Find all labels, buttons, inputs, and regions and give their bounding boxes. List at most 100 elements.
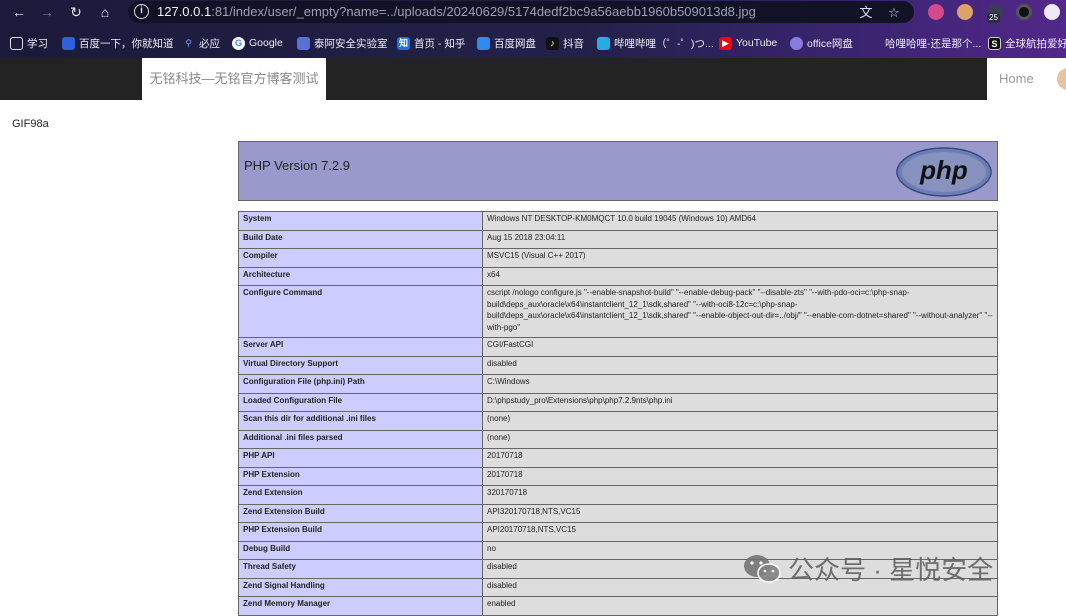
watermark-text: 公众号 · 星悦安全 xyxy=(788,555,994,585)
table-row: Additional .ini files parsed (none) xyxy=(238,429,998,449)
address-bar[interactable]: i 127.0.0.1:81/index/user/_empty?name=..… xyxy=(128,1,914,23)
config-value-cell: 320170718 xyxy=(482,485,998,505)
config-value-cell: disabled xyxy=(482,355,998,375)
url-path: :81/index/user/_empty?name=../uploads/20… xyxy=(211,4,756,19)
config-value-cell: 20170718 xyxy=(482,466,998,486)
table-row: Zend Extension 320170718 xyxy=(238,485,998,505)
nav-home-link[interactable]: Home xyxy=(987,58,1066,100)
aerial-icon: S xyxy=(988,36,1001,50)
table-row: Scan this dir for additional .ini files(… xyxy=(238,411,998,431)
bookmark-item[interactable]: 泰阿安全实验室 xyxy=(297,35,388,51)
php-logo-text: php xyxy=(919,155,968,185)
config-key-cell: Configuration File (php.ini) Path xyxy=(238,374,483,394)
table-row: Architecture x64 xyxy=(238,266,998,286)
baidu-icon xyxy=(62,36,75,50)
netdisk-icon xyxy=(477,36,490,50)
config-key-cell: Compiler xyxy=(238,248,483,268)
config-key-cell: Debug Build xyxy=(238,540,483,560)
config-key-cell: Thread Safety xyxy=(238,559,483,579)
config-key-cell: Configure Command xyxy=(238,285,483,338)
table-row: PHP API 20170718 xyxy=(238,448,998,468)
bookmark-star-icon[interactable]: ☆ xyxy=(886,5,902,21)
bookmark-item[interactable]: ⚲ 必应 xyxy=(182,35,220,51)
extension-icon[interactable] xyxy=(1016,4,1032,20)
wechat-icon xyxy=(744,554,781,583)
bookmark-item[interactable]: 百度网盘 xyxy=(477,35,536,51)
translate-icon[interactable]: 文 xyxy=(858,5,874,21)
phpinfo-header: PHP Version 7.2.9 php xyxy=(238,141,998,201)
site-nav: 无铭科技—无铭官方博客测试 Home xyxy=(0,58,1066,100)
config-key-cell: Build Date xyxy=(238,229,483,249)
url-text[interactable]: 127.0.0.1:81/index/user/_empty?name=../u… xyxy=(157,4,756,19)
config-value-cell: CGI/FastCGI xyxy=(482,337,998,357)
config-value-cell: MSVC15 (Visual C++ 2017) xyxy=(482,248,998,268)
bookmark-item[interactable]: 哈哩哈哩-还是那个... xyxy=(868,35,981,51)
home-icon[interactable]: ⌂ xyxy=(96,3,114,21)
forward-icon[interactable]: → xyxy=(38,3,56,21)
youtube-icon: ▶ xyxy=(719,36,732,50)
bookmark-item[interactable]: 哔哩哔哩（゜-゜)つ... xyxy=(597,35,714,51)
bookmarks-bar: 学习 百度一下，你就知道 ⚲ 必应 G Google 泰阿安全实验室 知首页 - 知… xyxy=(0,30,1066,56)
extension-icon[interactable] xyxy=(957,4,973,20)
folder-icon xyxy=(10,36,23,50)
bookmark-item[interactable]: S全球航拍爱好者 xyxy=(988,35,1066,51)
config-value-cell: 20170718 xyxy=(482,448,998,468)
table-row: Loaded Configuration File D:\phpstudy_pro… xyxy=(238,392,998,412)
extension-badge: 25 xyxy=(987,13,1000,23)
bookmark-item[interactable]: ▶ YouTube xyxy=(719,35,777,51)
config-key-cell: Zend Extension xyxy=(238,485,483,505)
bing-icon: ⚲ xyxy=(185,37,192,48)
table-row: System Windows NT DESKTOP-KM0MQCT 10.0 bu… xyxy=(238,211,998,231)
table-row: Compiler MSVC15 (Visual C++ 2017) xyxy=(238,248,998,268)
config-key-cell: Additional .ini files parsed xyxy=(238,429,483,449)
bookmark-item[interactable]: 百度一下，你就知道 xyxy=(62,35,174,51)
table-row: Server API CGI/FastCGI xyxy=(238,337,998,357)
config-key-cell: System xyxy=(238,211,483,231)
config-key-cell: Zend Extension Build xyxy=(238,503,483,523)
table-row: PHP Extension Build API20170718,NTS,VC15 xyxy=(238,522,998,542)
douyin-icon: ♪ xyxy=(546,36,559,50)
site-info-icon[interactable]: i xyxy=(134,4,149,19)
office-icon xyxy=(790,36,803,50)
bilibili-icon xyxy=(597,36,610,50)
table-row: Zend Extension Build API320170718,NTS,VC1… xyxy=(238,503,998,523)
config-value-cell: API20170718,NTS,VC15 xyxy=(482,522,998,542)
bookmark-item[interactable]: 知首页 - 知乎 xyxy=(397,35,465,51)
config-key-cell: PHP Extension Build xyxy=(238,522,483,542)
table-row: PHP Extension 20170718 xyxy=(238,466,998,486)
browser-toolbar: ← → ↻ ⌂ i 127.0.0.1:81/index/user/_empty… xyxy=(0,0,1066,25)
table-row: Build Date Aug 15 2018 23:04:11 xyxy=(238,229,998,249)
bookmark-item[interactable]: office网盘 xyxy=(790,35,853,51)
config-key-cell: Virtual Directory Support xyxy=(238,355,483,375)
table-row: Virtual Directory Support disabled xyxy=(238,355,998,375)
config-key-cell: Zend Memory Manager xyxy=(238,596,483,616)
extension-icon[interactable] xyxy=(928,4,944,20)
config-key-cell: Scan this dir for additional .ini files xyxy=(238,411,483,431)
config-key-cell: Server API xyxy=(238,337,483,357)
site-brand-link[interactable]: 无铭科技—无铭官方博客测试 xyxy=(142,58,326,100)
watermark: 公众号 · 星悦安全 xyxy=(742,550,993,587)
profile-icon[interactable] xyxy=(1044,4,1060,20)
bookmark-item[interactable]: 学习 xyxy=(10,35,48,51)
config-key-cell: Loaded Configuration File xyxy=(238,392,483,412)
gif-header-text: GIF98a xyxy=(12,118,49,130)
reload-icon[interactable]: ↻ xyxy=(67,3,85,21)
table-row: Zend Memory Manager enabled xyxy=(238,596,998,616)
bookmark-item[interactable]: ♪ 抖音 xyxy=(546,35,584,51)
config-value-cell: API320170718,NTS,VC15 xyxy=(482,503,998,523)
php-logo: php xyxy=(896,147,992,197)
config-key-cell: Architecture xyxy=(238,266,483,286)
config-value-cell: (none) xyxy=(482,411,998,431)
config-value-cell: (none) xyxy=(482,429,998,449)
hali-icon xyxy=(868,37,881,50)
bookmark-item[interactable]: G Google xyxy=(232,35,283,51)
config-value-cell: cscript /nologo configure.js "--enable-s… xyxy=(482,285,998,338)
config-value-cell: Windows NT DESKTOP-KM0MQCT 10.0 build 19… xyxy=(482,211,998,231)
php-version-title: PHP Version 7.2.9 xyxy=(244,158,350,173)
table-row: Configuration File (php.ini) Path C:\Wind… xyxy=(238,374,998,394)
browser-chrome: ← → ↻ ⌂ i 127.0.0.1:81/index/user/_empty… xyxy=(0,0,1066,58)
back-icon[interactable]: ← xyxy=(10,3,28,21)
config-value-cell: x64 xyxy=(482,266,998,286)
config-key-cell: PHP Extension xyxy=(238,466,483,486)
zhihu-icon: 知 xyxy=(397,36,410,50)
